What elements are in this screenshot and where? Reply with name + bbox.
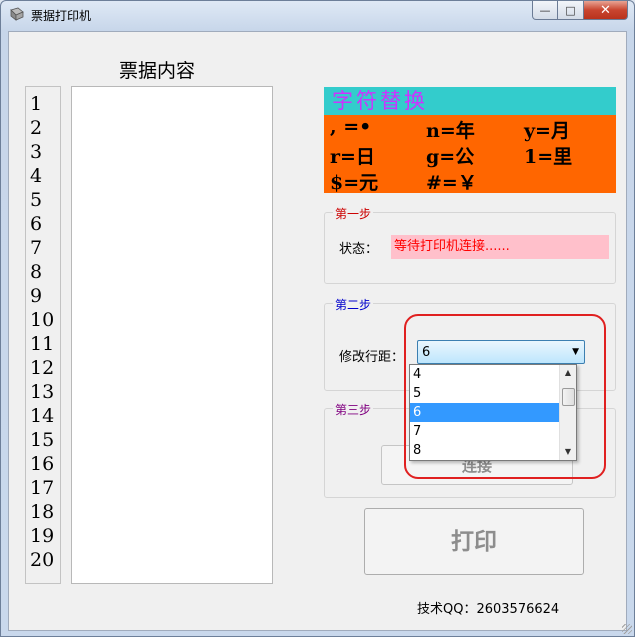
highlight-annotation — [404, 314, 606, 479]
line-spacing-label: 修改行距： — [339, 350, 405, 365]
line-number: 8 — [30, 261, 43, 283]
legend-entry: , =• — [330, 116, 372, 138]
line-number: 10 — [30, 309, 55, 331]
legend-row-1: , =• n=年 y=月 — [328, 116, 612, 142]
legend-entry: 1=里 — [524, 146, 573, 168]
legend-entry: r=日 — [330, 146, 375, 168]
content-heading: 票据内容 — [119, 60, 196, 82]
legend-entry: #=￥ — [426, 172, 477, 194]
step1-label: 第一步 — [333, 205, 374, 222]
legend-entry: y=月 — [524, 120, 570, 142]
legend-entry: n=年 — [426, 120, 475, 142]
line-number: 5 — [30, 189, 43, 211]
line-number-gutter: 1 2 3 4 5 6 7 8 9 10 11 12 13 14 15 16 17 18 19 20 — [25, 86, 61, 584]
line-number: 16 — [30, 453, 55, 475]
step2-label: 第二步 — [333, 296, 374, 313]
line-number: 14 — [30, 405, 55, 427]
line-number: 15 — [30, 429, 55, 451]
close-button[interactable]: ✕ — [584, 1, 628, 20]
resize-grip[interactable] — [622, 624, 632, 634]
window-title: 票据打印机 — [31, 9, 92, 23]
step3-label: 第三步 — [333, 401, 374, 418]
legend-entry: g=公 — [426, 146, 475, 168]
line-number: 17 — [30, 477, 55, 499]
replacement-legend-body: , =• n=年 y=月 r=日 g=公 1=里 $=元 #=￥ — [324, 115, 616, 194]
line-number: 9 — [30, 285, 43, 307]
line-number: 4 — [30, 165, 43, 187]
receipt-content-textarea[interactable] — [71, 86, 273, 584]
support-qq: 技术QQ：2603576624 — [417, 602, 560, 617]
line-number: 18 — [30, 501, 55, 523]
printer-app-icon — [10, 7, 24, 21]
line-number: 6 — [30, 213, 43, 235]
status-label: 状态： — [339, 242, 379, 257]
step1-group: 第一步 状态： 等待打印机连接...... — [324, 205, 616, 284]
line-number: 7 — [30, 237, 43, 259]
minimize-button[interactable]: — — [532, 1, 558, 20]
maximize-button[interactable]: □ — [558, 1, 584, 20]
line-number: 3 — [30, 141, 43, 163]
status-value: 等待打印机连接...... — [391, 235, 609, 259]
legend-entry: $=元 — [330, 172, 379, 194]
line-number: 20 — [30, 549, 55, 571]
print-button[interactable]: 打印 — [364, 508, 584, 575]
title-bar[interactable]: 票据打印机 — □ ✕ — [1, 1, 634, 29]
line-number: 19 — [30, 525, 55, 547]
line-number: 13 — [30, 381, 55, 403]
line-number: 12 — [30, 357, 55, 379]
line-number: 11 — [30, 333, 55, 355]
legend-row-3: $=元 #=￥ — [328, 168, 612, 194]
replacement-legend-heading: 字符替换 — [324, 87, 616, 115]
line-number: 2 — [30, 117, 43, 139]
caption-buttons: — □ ✕ — [532, 1, 628, 21]
line-number: 1 — [30, 93, 43, 115]
main-window: 票据打印机 — □ ✕ 票据内容 1 2 3 4 5 6 7 8 9 10 11 12 13 14 15 16… — [0, 0, 635, 637]
legend-row-2: r=日 g=公 1=里 — [328, 142, 612, 168]
